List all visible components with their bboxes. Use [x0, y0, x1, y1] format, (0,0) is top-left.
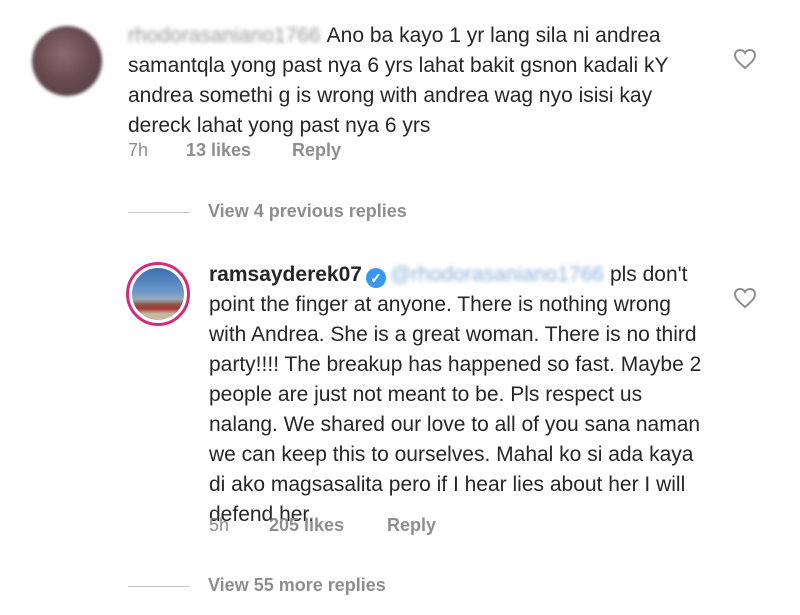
- view-more-replies-label: View 55 more replies: [208, 575, 386, 595]
- reply-button[interactable]: Reply: [387, 515, 436, 536]
- comment-body: rhodorasaniano1766 Ano ba kayo 1 yr lang …: [128, 21, 688, 141]
- avatar[interactable]: [32, 26, 102, 96]
- comment-2: ramsayderek07 ✓ @rhodorasaniano1766 pls don…: [0, 255, 800, 555]
- view-more-replies[interactable]: View 55 more replies: [128, 575, 386, 596]
- comment-likes[interactable]: 13 likes: [186, 140, 292, 161]
- view-previous-replies-label: View 4 previous replies: [208, 201, 407, 221]
- comment-body: ramsayderek07 ✓ @rhodorasaniano1766 pls don…: [209, 260, 714, 530]
- comment-text: pls don't point the finger at anyone. Th…: [209, 263, 702, 526]
- reply-button[interactable]: Reply: [292, 140, 341, 161]
- mention-link[interactable]: @rhodorasaniano1766: [390, 260, 604, 290]
- comment-time: 5h: [209, 515, 230, 535]
- divider-line: [128, 211, 190, 213]
- divider-line: [128, 585, 190, 587]
- comment-username[interactable]: rhodorasaniano1766: [128, 21, 321, 51]
- view-previous-replies[interactable]: View 4 previous replies: [128, 201, 407, 222]
- comment-likes[interactable]: 205 likes: [269, 515, 387, 536]
- heart-icon[interactable]: [733, 48, 757, 70]
- heart-icon[interactable]: [733, 287, 757, 309]
- avatar-image: [132, 268, 184, 320]
- comment-meta: 7h 13 likes Reply: [128, 140, 341, 161]
- verified-badge-icon: ✓: [365, 268, 386, 288]
- comment-time: 7h: [128, 140, 149, 160]
- avatar[interactable]: [126, 262, 190, 326]
- comment-username[interactable]: ramsayderek07: [209, 263, 362, 286]
- comment-meta: 5h 205 likes Reply: [209, 515, 436, 536]
- comment-1: rhodorasaniano1766 Ano ba kayo 1 yr lang …: [0, 0, 800, 190]
